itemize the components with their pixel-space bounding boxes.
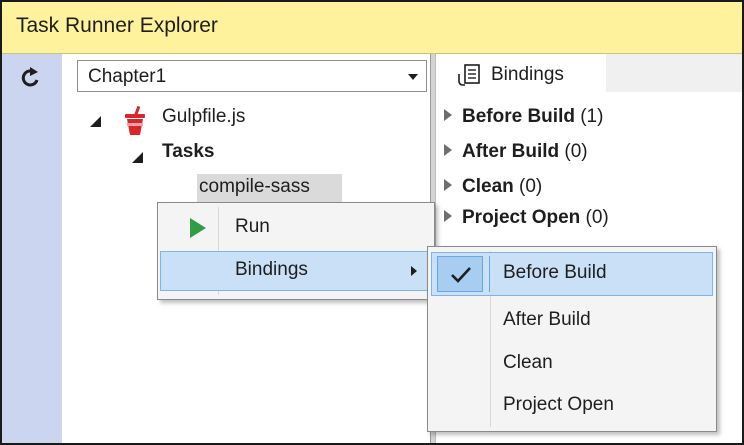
- binding-count: (0): [585, 207, 609, 228]
- submenu-item-label: Project Open: [503, 394, 614, 415]
- submenu-item-after-build[interactable]: After Build: [431, 299, 713, 341]
- binding-clean[interactable]: Clean (0): [444, 176, 542, 198]
- submenu-item-label: Clean: [503, 352, 553, 373]
- expand-arrow-icon: [444, 144, 452, 156]
- chevron-down-icon: [408, 74, 418, 80]
- submenu-item-project-open[interactable]: Project Open: [431, 385, 713, 427]
- binding-project-open[interactable]: Project Open (0): [444, 207, 609, 229]
- title-bar: Task Runner Explorer: [2, 2, 742, 54]
- bindings-icon: [456, 62, 482, 88]
- binding-count: (1): [580, 106, 604, 127]
- tree-node-tasks[interactable]: Tasks: [162, 141, 214, 163]
- binding-after-build[interactable]: After Build (0): [444, 141, 588, 163]
- check-box: [437, 256, 483, 292]
- menu-item-run[interactable]: Run: [160, 208, 432, 248]
- tree-file-gulpfile[interactable]: Gulpfile.js: [162, 106, 245, 128]
- binding-name: After Build: [462, 141, 560, 162]
- toolbar-strip: [2, 54, 62, 443]
- play-icon: [190, 218, 206, 238]
- refresh-icon[interactable]: [18, 65, 44, 91]
- binding-name: Project Open: [462, 207, 581, 228]
- checkmark-icon: [451, 267, 471, 283]
- expand-arrow-icon: [444, 179, 452, 191]
- project-select[interactable]: Chapter1: [77, 60, 427, 92]
- binding-count: (0): [564, 141, 588, 162]
- menu-item-bindings-label: Bindings: [235, 259, 308, 280]
- submenu-arrow-icon: [411, 266, 417, 276]
- highlight-divider: [489, 256, 490, 292]
- binding-before-build[interactable]: Before Build (1): [444, 106, 603, 128]
- submenu-item-clean[interactable]: Clean: [431, 343, 713, 385]
- project-select-value: Chapter1: [88, 66, 167, 87]
- expand-arrow-icon: [444, 210, 452, 222]
- submenu-item-label: After Build: [503, 309, 591, 330]
- context-menu: Run Bindings: [157, 202, 435, 300]
- bindings-submenu: Before Build After Build Clean Project O…: [427, 246, 717, 432]
- expander-tasks-icon[interactable]: [132, 152, 143, 163]
- binding-name: Before Build: [462, 106, 575, 127]
- binding-name: Clean: [462, 176, 514, 197]
- task-runner-window: Task Runner Explorer Chapter1 Gulpfile.j…: [0, 0, 744, 445]
- menu-item-bindings[interactable]: Bindings: [160, 251, 432, 291]
- tab-bindings-label: Bindings: [491, 64, 564, 85]
- gulp-icon: [123, 105, 147, 136]
- window-title: Task Runner Explorer: [16, 14, 218, 37]
- expand-arrow-icon: [444, 109, 452, 121]
- submenu-item-label: Before Build: [503, 262, 607, 283]
- submenu-item-before-build[interactable]: Before Build: [431, 252, 713, 296]
- tab-bindings[interactable]: Bindings: [436, 54, 606, 94]
- binding-count: (0): [519, 176, 543, 197]
- menu-item-run-label: Run: [235, 216, 270, 237]
- tree-task-compile-sass[interactable]: compile-sass: [199, 176, 310, 198]
- expander-gulpfile-icon[interactable]: [90, 116, 101, 127]
